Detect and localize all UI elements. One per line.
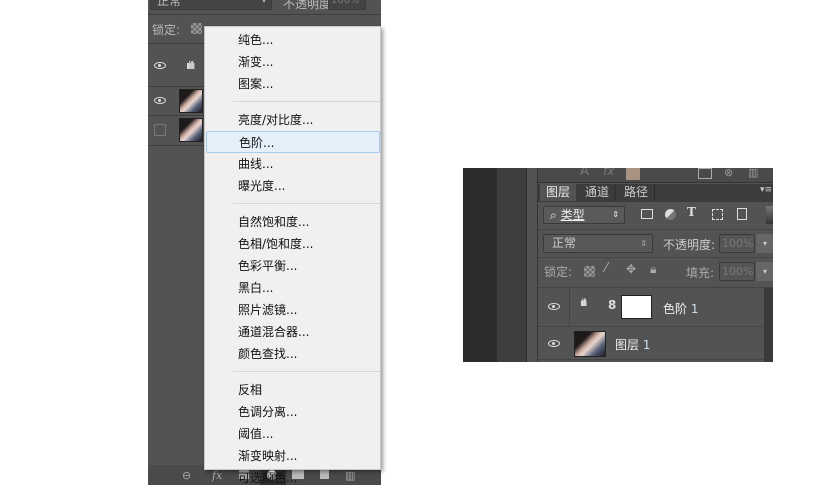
smart-object-filter-icon[interactable] bbox=[737, 208, 747, 220]
layer-thumbnail bbox=[179, 89, 203, 113]
lock-label: 锁定: bbox=[152, 23, 181, 37]
lock-transparency-icon[interactable] bbox=[191, 23, 202, 34]
filter-toggle[interactable] bbox=[766, 206, 773, 224]
menu-item[interactable]: 色调分离... bbox=[205, 401, 381, 423]
blend-mode-value: 正常 bbox=[552, 236, 577, 250]
tab-paths[interactable]: 路径 bbox=[618, 184, 656, 201]
fill-dropdown-arrow[interactable]: ▾ bbox=[756, 262, 773, 281]
lock-transparency-icon[interactable] bbox=[584, 266, 595, 277]
updown-icon: ⇕ bbox=[640, 239, 647, 248]
brush-icon[interactable]: ⁄ bbox=[605, 261, 607, 276]
fx-icon[interactable]: fx bbox=[603, 168, 614, 178]
color-swatch[interactable] bbox=[626, 168, 640, 180]
menu-item[interactable]: 亮度/对比度... bbox=[205, 109, 381, 131]
trash-icon[interactable]: ▥ bbox=[748, 168, 758, 179]
eye-icon[interactable] bbox=[548, 303, 560, 310]
lock-icon[interactable]: 🔒︎ bbox=[650, 262, 656, 277]
filter-type-value: 类型 bbox=[560, 208, 585, 222]
levels-icon: ıılıllı bbox=[580, 298, 588, 309]
link-icon[interactable]: 8 bbox=[608, 298, 616, 312]
panel-body: A fx ⊗ ▥ 图层 通道 路径 ▾≡ ⌕ 类型 ⇕ T 正常 ⇕ 不透明度: 1… bbox=[537, 168, 773, 362]
adjustment-filter-icon[interactable] bbox=[665, 209, 676, 220]
filter-type-dropdown[interactable]: ⌕ 类型 ⇕ bbox=[543, 206, 625, 224]
menu-item[interactable]: 通道混合器... bbox=[205, 321, 381, 343]
opacity-dropdown-arrow[interactable]: ▾ bbox=[756, 234, 773, 253]
divider bbox=[569, 288, 570, 327]
divider bbox=[538, 229, 773, 230]
layer-thumbnail bbox=[179, 118, 203, 142]
menu-item[interactable]: 可选颜色... bbox=[205, 467, 381, 489]
adjustment-menu: 纯色... 渐变... 图案... 亮度/对比度... 色阶... 曲线... 曝光度...… bbox=[204, 26, 381, 485]
updown-icon: ⇕ bbox=[612, 210, 619, 219]
search-icon: ⌕ bbox=[550, 208, 557, 222]
eye-icon[interactable] bbox=[154, 97, 166, 104]
divider bbox=[148, 14, 381, 15]
menu-separator bbox=[233, 203, 380, 204]
levels-icon: ıılıllı bbox=[186, 59, 196, 72]
layer-row-1[interactable]: 图层 1 bbox=[538, 328, 764, 360]
text-tool-icon[interactable]: A bbox=[580, 168, 589, 179]
eye-icon[interactable] bbox=[154, 62, 166, 69]
menu-item[interactable]: 色阶... bbox=[206, 131, 380, 153]
menu-item[interactable]: 阈值... bbox=[205, 423, 381, 445]
tab-channels[interactable]: 通道 bbox=[579, 184, 617, 201]
menu-item[interactable]: 纯色... bbox=[205, 29, 381, 51]
layer-name-text: 色阶 bbox=[663, 302, 688, 316]
visibility-checkbox[interactable] bbox=[154, 124, 166, 136]
layer-name-text: 图层 bbox=[615, 338, 640, 352]
blend-mode-dropdown[interactable]: 正常 ⇕ bbox=[543, 234, 653, 253]
menu-item[interactable]: 黑白... bbox=[205, 277, 381, 299]
layer-thumbnail bbox=[574, 331, 606, 357]
layer-mask-thumbnail[interactable] bbox=[621, 295, 652, 319]
menu-item[interactable]: 曲线... bbox=[205, 153, 381, 175]
menu-item[interactable]: 图案... bbox=[205, 73, 381, 95]
menu-item[interactable]: 颜色查找... bbox=[205, 343, 381, 365]
menu-item[interactable]: 色彩平衡... bbox=[205, 255, 381, 277]
menu-item[interactable]: 曝光度... bbox=[205, 175, 381, 197]
divider bbox=[538, 257, 773, 258]
opacity-label: 不透明度: bbox=[663, 238, 716, 252]
panel-edge bbox=[497, 168, 527, 362]
layer-row-levels[interactable]: ıılıllı 8 色阶 1 bbox=[538, 288, 764, 327]
move-icon[interactable]: ✥ bbox=[626, 262, 636, 276]
pixel-filter-icon[interactable] bbox=[641, 209, 653, 219]
shape-filter-icon[interactable] bbox=[712, 209, 723, 220]
type-filter-icon[interactable]: T bbox=[687, 205, 696, 219]
menu-separator bbox=[233, 371, 380, 372]
tab-bar: 图层 通道 路径 ▾≡ bbox=[538, 184, 773, 202]
menu-item[interactable]: 自然饱和度... bbox=[205, 211, 381, 233]
panel-menu-icon[interactable]: ▾≡ bbox=[760, 185, 772, 195]
layer-name[interactable]: 图层 1 bbox=[615, 336, 650, 353]
scrollbar[interactable] bbox=[764, 288, 773, 362]
menu-item[interactable]: 渐变映射... bbox=[205, 445, 381, 467]
chevron-down-icon: ▾ bbox=[261, 0, 266, 5]
menu-item[interactable]: 色相/饱和度... bbox=[205, 233, 381, 255]
layer-name-num: 1 bbox=[690, 302, 699, 316]
st-icon[interactable] bbox=[698, 168, 712, 179]
fill-label: 填充: bbox=[686, 266, 715, 280]
eye-icon[interactable] bbox=[548, 340, 560, 347]
dark-strip bbox=[463, 168, 497, 362]
tab-layers[interactable]: 图层 bbox=[540, 184, 577, 201]
top-toolbar: A fx ⊗ ▥ bbox=[538, 168, 773, 183]
layer-name[interactable]: 色阶 1 bbox=[663, 300, 698, 317]
opacity-input[interactable]: 100% bbox=[719, 234, 755, 253]
menu-separator bbox=[233, 101, 380, 102]
link-icon[interactable]: ⊗ bbox=[724, 168, 733, 179]
menu-item[interactable]: 照片滤镜... bbox=[205, 299, 381, 321]
lock-label: 锁定: bbox=[544, 265, 573, 279]
menu-item[interactable]: 渐变... bbox=[205, 51, 381, 73]
opacity-input[interactable]: 100% bbox=[328, 0, 366, 10]
fill-input[interactable]: 100% bbox=[719, 262, 755, 281]
layer-name-num: 1 bbox=[642, 338, 651, 352]
layers-panel-right: A fx ⊗ ▥ 图层 通道 路径 ▾≡ ⌕ 类型 ⇕ T 正常 ⇕ 不透明度: 1… bbox=[463, 168, 773, 362]
blend-mode-value: 正常 bbox=[157, 0, 182, 8]
menu-item[interactable]: 反相 bbox=[205, 379, 381, 401]
link-icon[interactable]: ⊖ bbox=[182, 469, 191, 482]
blend-mode-dropdown[interactable]: 正常 ▾ bbox=[150, 0, 272, 10]
